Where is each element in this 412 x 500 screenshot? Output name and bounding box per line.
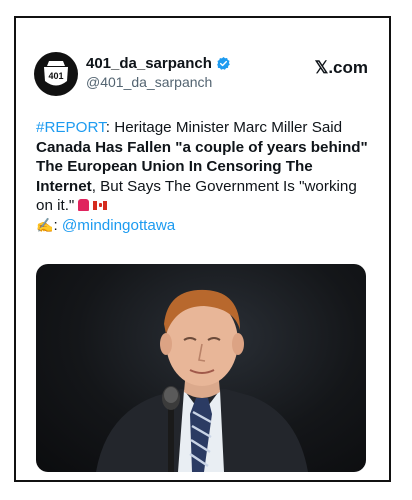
siren-emoji bbox=[78, 199, 90, 211]
user-handle[interactable]: @401_da_sarpanch bbox=[86, 74, 212, 90]
credit-prefix: : bbox=[53, 216, 62, 234]
mention-link[interactable]: @mindingottawa bbox=[62, 217, 175, 234]
photo-illustration bbox=[96, 289, 308, 472]
writing-hand-emoji: ✍ bbox=[36, 216, 54, 233]
avatar-text: 401 bbox=[48, 71, 63, 81]
verified-badge-icon bbox=[217, 56, 230, 70]
author-row: 401_da_sarpanch bbox=[86, 55, 231, 72]
tweet-text: #REPORT: Heritage Minister Marc Miller S… bbox=[36, 118, 374, 235]
hashtag-link[interactable]: #REPORT bbox=[36, 119, 106, 136]
avatar[interactable]: 401 bbox=[34, 52, 78, 96]
text-segment: : Heritage Minister Marc Miller Said bbox=[105, 119, 343, 136]
highway-shield-icon: 401 bbox=[44, 61, 68, 86]
canada-flag-emoji bbox=[93, 201, 108, 210]
tweet-photo[interactable] bbox=[36, 264, 366, 472]
source-label: 𝕏.com bbox=[314, 58, 368, 77]
display-name[interactable]: 401_da_sarpanch bbox=[86, 55, 212, 72]
